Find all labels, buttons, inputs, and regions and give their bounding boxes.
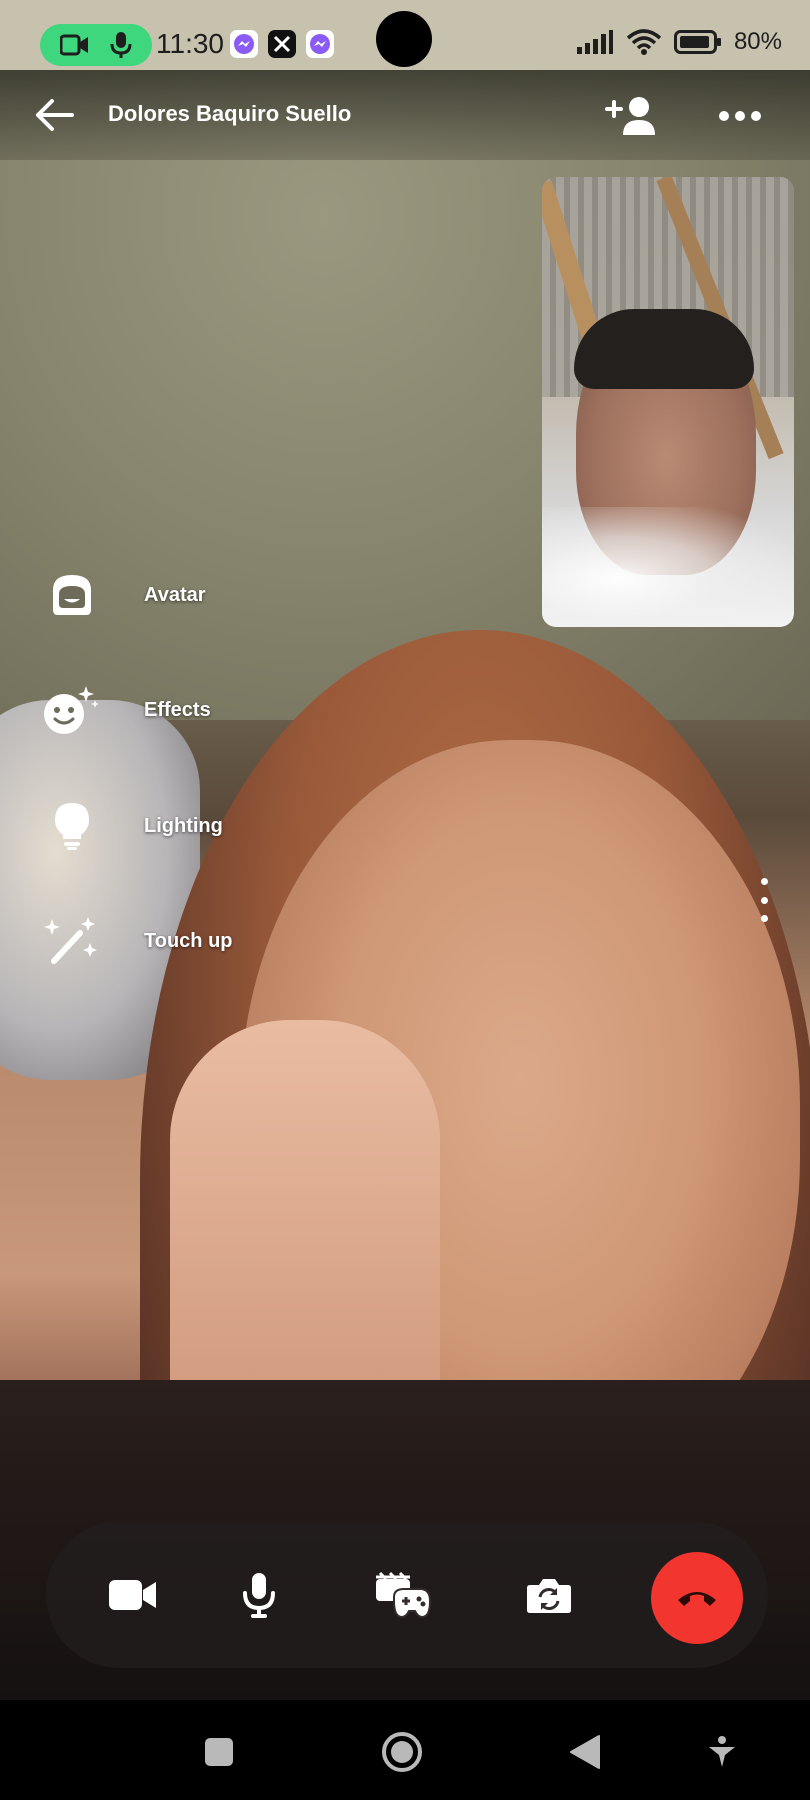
more-horizontal-icon (719, 111, 761, 121)
front-camera-cutout (376, 11, 432, 67)
games-icon (376, 1571, 432, 1619)
lightbulb-icon (40, 794, 104, 858)
signal-icon (576, 30, 613, 54)
video-toggle-button[interactable] (90, 1552, 176, 1638)
recording-indicator[interactable] (40, 24, 152, 66)
home-button[interactable] (374, 1724, 430, 1780)
magic-wand-icon (40, 909, 104, 973)
flip-camera-button[interactable] (506, 1552, 592, 1638)
effect-label-lighting: Lighting (144, 814, 223, 837)
battery-percent: 80% (733, 28, 782, 55)
self-view-light (542, 507, 794, 627)
end-call-button[interactable] (651, 1552, 743, 1644)
effect-label-avatar: Avatar (144, 583, 206, 606)
microphone-icon (243, 1573, 275, 1618)
messenger-icon (230, 30, 258, 58)
effect-item-touch-up[interactable]: Touch up (40, 906, 300, 976)
notification-icons (230, 30, 334, 58)
video-camera-icon (60, 34, 88, 56)
mute-button[interactable] (216, 1552, 302, 1638)
accessibility-button[interactable] (694, 1724, 750, 1780)
x-icon (268, 30, 296, 58)
back-nav-button[interactable] (557, 1724, 613, 1780)
more-options-button[interactable] (712, 96, 768, 136)
effect-item-effects[interactable]: Effects (40, 675, 300, 745)
microphone-icon (110, 32, 132, 58)
effect-item-lighting[interactable]: Lighting (40, 791, 300, 861)
back-button[interactable] (28, 92, 80, 138)
status-time: 11:30 (156, 28, 224, 59)
effect-item-avatar[interactable]: Avatar (40, 560, 300, 630)
accessibility-icon (709, 1736, 735, 1767)
flip-camera-icon (527, 1579, 571, 1613)
games-activities-button[interactable] (360, 1552, 446, 1638)
battery-icon (673, 30, 721, 54)
status-bar: 11:30 80% (0, 0, 810, 70)
add-person-button[interactable] (602, 88, 662, 144)
end-call-icon (678, 1592, 716, 1606)
call-header: Dolores Baquiro Suello (0, 70, 810, 160)
system-navigation-bar (0, 1700, 810, 1800)
recents-button[interactable] (191, 1724, 247, 1780)
back-triangle-icon (570, 1735, 600, 1769)
recents-square-icon (205, 1738, 233, 1766)
more-vertical-button[interactable] (752, 878, 776, 922)
avatar-icon (40, 563, 104, 627)
status-indicators: 80% (576, 28, 782, 56)
messenger-icon (306, 30, 334, 58)
contact-name: Dolores Baquiro Suello (108, 101, 352, 126)
effects-icon (40, 678, 104, 742)
self-view-video[interactable] (542, 177, 794, 627)
add-person-icon (605, 97, 655, 135)
wifi-icon (626, 29, 662, 55)
more-vertical-icon (760, 896, 768, 904)
more-vertical-icon (760, 878, 768, 885)
back-arrow-icon (36, 99, 74, 131)
call-controls-bar (46, 1522, 768, 1668)
effect-label-touch-up: Touch up (144, 929, 233, 952)
self-view-hair (574, 309, 754, 389)
video-camera-icon (109, 1580, 156, 1610)
more-vertical-icon (760, 915, 768, 922)
effect-label-effects: Effects (144, 698, 211, 721)
home-circle-icon (382, 1732, 422, 1772)
